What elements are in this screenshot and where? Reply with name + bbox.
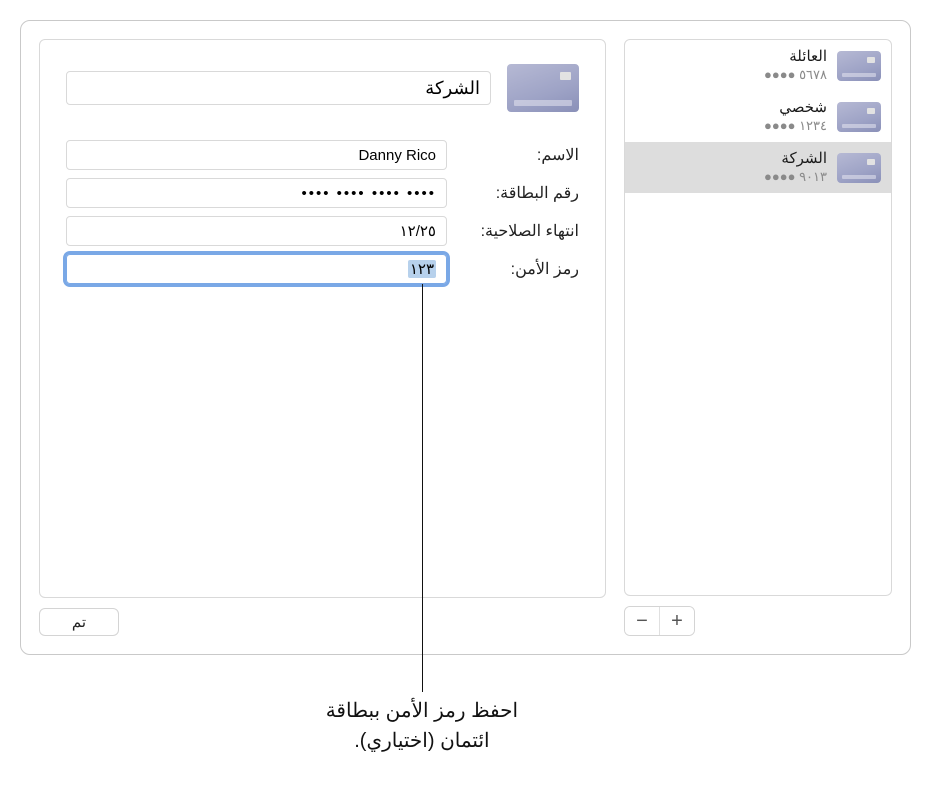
number-label: رقم البطاقة: xyxy=(459,183,579,203)
callout-leader-line xyxy=(422,284,423,692)
card-list: العائلة ٥٦٧٨ ●●●● شخصي ١٢٣٤ ●●●● الشركة … xyxy=(624,39,892,596)
card-form: الاسم: رقم البطاقة: انتهاء الصلاحية: رمز… xyxy=(66,140,579,284)
card-meta: شخصي ١٢٣٤ ●●●● xyxy=(635,99,827,134)
detail-pane: الاسم: رقم البطاقة: انتهاء الصلاحية: رمز… xyxy=(39,39,606,598)
security-label: رمز الأمن: xyxy=(459,259,579,279)
name-label: الاسم: xyxy=(459,145,579,165)
form-row-security: رمز الأمن: ١٢٣ xyxy=(66,254,579,284)
credit-card-icon xyxy=(837,51,881,81)
card-last4: ١٢٣٤ ●●●● xyxy=(635,118,827,134)
card-last4: ٥٦٧٨ ●●●● xyxy=(635,67,827,83)
card-nickname-field[interactable] xyxy=(66,71,491,105)
callout-line: احفظ رمز الأمن ببطاقة xyxy=(292,696,552,726)
card-title: العائلة xyxy=(635,48,827,67)
list-toolbar: + − xyxy=(624,606,695,636)
card-meta: الشركة ٩٠١٣ ●●●● xyxy=(635,150,827,185)
form-row-expiry: انتهاء الصلاحية: xyxy=(66,216,579,246)
card-list-item[interactable]: شخصي ١٢٣٤ ●●●● xyxy=(625,91,891,142)
expiry-label: انتهاء الصلاحية: xyxy=(459,221,579,241)
autofill-window: العائلة ٥٦٧٨ ●●●● شخصي ١٢٣٤ ●●●● الشركة … xyxy=(20,20,911,655)
security-code-value: ١٢٣ xyxy=(408,260,436,278)
footer: تم xyxy=(39,608,606,636)
card-title: شخصي xyxy=(635,99,827,118)
security-code-field[interactable]: ١٢٣ xyxy=(66,254,447,284)
card-title: الشركة xyxy=(635,150,827,169)
card-last4: ٩٠١٣ ●●●● xyxy=(635,169,827,185)
expiry-field[interactable] xyxy=(66,216,447,246)
card-list-item[interactable]: العائلة ٥٦٧٨ ●●●● xyxy=(625,40,891,91)
credit-card-icon xyxy=(837,102,881,132)
name-field[interactable] xyxy=(66,140,447,170)
detail-header xyxy=(66,64,579,112)
callout-text: احفظ رمز الأمن ببطاقة ائتمان (اختياري). xyxy=(292,696,552,756)
done-button[interactable]: تم xyxy=(39,608,119,636)
callout-line: ائتمان (اختياري). xyxy=(292,726,552,756)
detail-pane-wrap: الاسم: رقم البطاقة: انتهاء الصلاحية: رمز… xyxy=(39,39,606,636)
credit-card-icon xyxy=(837,153,881,183)
toolbar-separator xyxy=(659,607,660,635)
card-list-item[interactable]: الشركة ٩٠١٣ ●●●● xyxy=(625,142,891,193)
sidebar: العائلة ٥٦٧٨ ●●●● شخصي ١٢٣٤ ●●●● الشركة … xyxy=(624,39,892,636)
credit-card-icon xyxy=(507,64,579,112)
remove-card-button[interactable]: − xyxy=(625,607,659,635)
form-row-name: الاسم: xyxy=(66,140,579,170)
add-card-button[interactable]: + xyxy=(660,607,694,635)
card-number-field[interactable] xyxy=(66,178,447,208)
form-row-number: رقم البطاقة: xyxy=(66,178,579,208)
card-meta: العائلة ٥٦٧٨ ●●●● xyxy=(635,48,827,83)
